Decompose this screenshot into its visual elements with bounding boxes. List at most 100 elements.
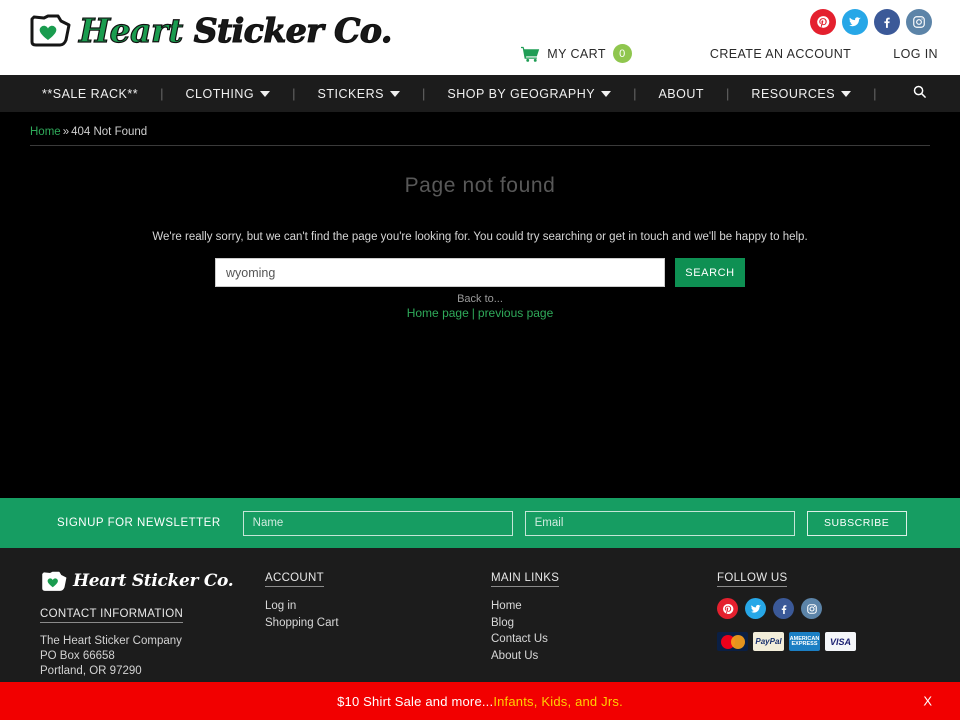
- twitter-icon[interactable]: [745, 598, 766, 619]
- address-line-1: The Heart Sticker Company: [40, 635, 182, 647]
- footer-follow-column: FOLLOW US PayPal AMERICAN EXPRESS VISA: [717, 568, 927, 682]
- footer-logo[interactable]: Heart Sticker Co.: [40, 568, 265, 594]
- nav-divider: |: [422, 86, 426, 101]
- nav-item-sale-rack[interactable]: **SALE RACK**: [42, 87, 138, 101]
- nav-label-about: ABOUT: [658, 86, 705, 101]
- nav-item-resources[interactable]: RESOURCES: [751, 86, 852, 101]
- back-to-label: Back to...: [457, 293, 503, 305]
- my-cart-button[interactable]: MY CART 0: [521, 44, 632, 63]
- promo-text-highlight: Infants, Kids, and Jrs.: [493, 693, 623, 709]
- contact-information-heading: CONTACT INFORMATION: [40, 608, 184, 623]
- breadcrumb: Home» 404 Not Found: [30, 112, 930, 146]
- payment-methods: PayPal AMERICAN EXPRESS VISA: [717, 632, 927, 651]
- footer-link-contact-us[interactable]: Contact Us: [491, 631, 717, 648]
- pinterest-icon[interactable]: [810, 9, 836, 35]
- footer-main-links-column: MAIN LINKS Home Blog Contact Us About Us: [491, 568, 717, 682]
- nav-item-shop-by-geography[interactable]: SHOP BY GEOGRAPHY: [447, 86, 612, 101]
- footer-link-about-us[interactable]: About Us: [491, 648, 717, 665]
- footer-link-shopping-cart[interactable]: Shopping Cart: [265, 615, 491, 632]
- log-in-link[interactable]: LOG IN: [893, 47, 938, 61]
- cart-label: MY CART: [547, 46, 606, 61]
- pinterest-icon[interactable]: [717, 598, 738, 619]
- nav-divider: |: [160, 86, 164, 101]
- twitter-icon[interactable]: [842, 9, 868, 35]
- newsletter-name-input[interactable]: [242, 510, 513, 536]
- header-social-links: [810, 9, 932, 35]
- newsletter-signup-bar: SIGNUP FOR NEWSLETTER SUBSCRIBE: [0, 498, 960, 548]
- mastercard-circles: [720, 634, 745, 649]
- page-root: Heart Sticker Co. MY CART 0 CREATE AN AC…: [0, 0, 960, 720]
- create-account-link[interactable]: CREATE AN ACCOUNT: [710, 47, 851, 61]
- site-header: Heart Sticker Co. MY CART 0 CREATE AN AC…: [0, 0, 960, 75]
- chevron-down-icon: [841, 90, 852, 97]
- nav-divider: |: [873, 86, 877, 101]
- instagram-icon[interactable]: [906, 9, 932, 35]
- footer-link-log-in[interactable]: Log in: [265, 598, 491, 615]
- nav-label-clothing: CLOTHING: [185, 86, 255, 101]
- paypal-icon: PayPal: [753, 632, 784, 651]
- cart-icon: [521, 46, 540, 62]
- footer-contact-column: Heart Sticker Co. CONTACT INFORMATION Th…: [40, 568, 265, 682]
- nav-label-resources: RESOURCES: [751, 86, 836, 101]
- facebook-icon[interactable]: [773, 598, 794, 619]
- site-logo[interactable]: Heart Sticker Co.: [28, 9, 393, 51]
- promo-text-plain: $10 Shirt Sale and more...: [337, 693, 494, 709]
- search-form: SEARCH: [30, 258, 930, 287]
- home-page-link[interactable]: Home page: [407, 306, 469, 320]
- instagram-icon[interactable]: [801, 598, 822, 619]
- chevron-down-icon: [601, 90, 612, 97]
- logo-word-sticker-co: Sticker Co.: [193, 10, 393, 50]
- facebook-icon[interactable]: [874, 9, 900, 35]
- promo-banner-text[interactable]: $10 Shirt Sale and more...Infants, Kids,…: [337, 694, 623, 709]
- address-line-2: PO Box 66658: [40, 650, 115, 662]
- subscribe-button[interactable]: SUBSCRIBE: [806, 510, 907, 536]
- nav-item-about[interactable]: ABOUT: [658, 87, 704, 101]
- footer-address: The Heart Sticker Company PO Box 66658 P…: [40, 634, 265, 679]
- cart-count-badge: 0: [612, 44, 632, 63]
- search-button[interactable]: SEARCH: [675, 258, 745, 287]
- search-icon[interactable]: [912, 84, 927, 104]
- nav-label-sale-rack: **SALE RACK**: [42, 86, 139, 101]
- nav-divider: |: [292, 86, 296, 101]
- nav-item-stickers[interactable]: STICKERS: [318, 87, 401, 101]
- previous-page-link[interactable]: previous page: [478, 306, 553, 320]
- logo-wordmark: Heart Sticker Co.: [78, 10, 393, 50]
- logo-word-heart: Heart: [78, 10, 183, 50]
- newsletter-email-input[interactable]: [524, 510, 795, 536]
- header-utility-links: MY CART 0 CREATE AN ACCOUNT LOG IN: [521, 44, 938, 63]
- breadcrumb-current: 404 Not Found: [71, 126, 148, 138]
- promo-banner: $10 Shirt Sale and more...Infants, Kids,…: [0, 682, 960, 720]
- site-footer: Heart Sticker Co. CONTACT INFORMATION Th…: [0, 548, 960, 682]
- visa-icon: VISA: [825, 632, 856, 651]
- account-heading: ACCOUNT: [265, 572, 324, 587]
- nav-label-shop-by-geography: SHOP BY GEOGRAPHY: [447, 86, 596, 101]
- oregon-heart-icon: [42, 571, 67, 591]
- link-divider: |: [471, 306, 475, 320]
- chevron-down-icon: [390, 90, 401, 97]
- breadcrumb-separator: »: [62, 126, 70, 138]
- footer-link-home[interactable]: Home: [491, 598, 717, 615]
- main-navigation: **SALE RACK** | CLOTHING | STICKERS | SH…: [0, 75, 960, 112]
- nav-item-clothing[interactable]: CLOTHING: [186, 87, 271, 101]
- error-description: We're really sorry, but we can't find th…: [152, 231, 808, 243]
- main-links-heading: MAIN LINKS: [491, 572, 560, 587]
- chevron-down-icon: [260, 90, 271, 97]
- oregon-heart-icon: [30, 14, 71, 47]
- close-icon[interactable]: X: [923, 694, 932, 709]
- footer-social-links: [717, 598, 927, 619]
- follow-us-heading: FOLLOW US: [717, 572, 788, 587]
- footer-logo-wordmark: Heart Sticker Co.: [73, 571, 234, 591]
- search-input[interactable]: [215, 258, 665, 287]
- newsletter-label: SIGNUP FOR NEWSLETTER: [57, 517, 221, 529]
- nav-label-stickers: STICKERS: [317, 86, 385, 101]
- page-title: Page not found: [404, 174, 556, 197]
- main-content: Home» 404 Not Found Page not found We're …: [0, 112, 960, 320]
- footer-link-blog[interactable]: Blog: [491, 615, 717, 632]
- footer-account-column: ACCOUNT Log in Shopping Cart: [265, 568, 491, 682]
- nav-divider: |: [633, 86, 637, 101]
- mastercard-icon: [717, 632, 748, 651]
- address-line-3: Portland, OR 97290: [40, 665, 142, 677]
- breadcrumb-home-link[interactable]: Home: [30, 126, 61, 138]
- nav-divider: |: [726, 86, 730, 101]
- back-links: Home page | previous page: [30, 306, 930, 320]
